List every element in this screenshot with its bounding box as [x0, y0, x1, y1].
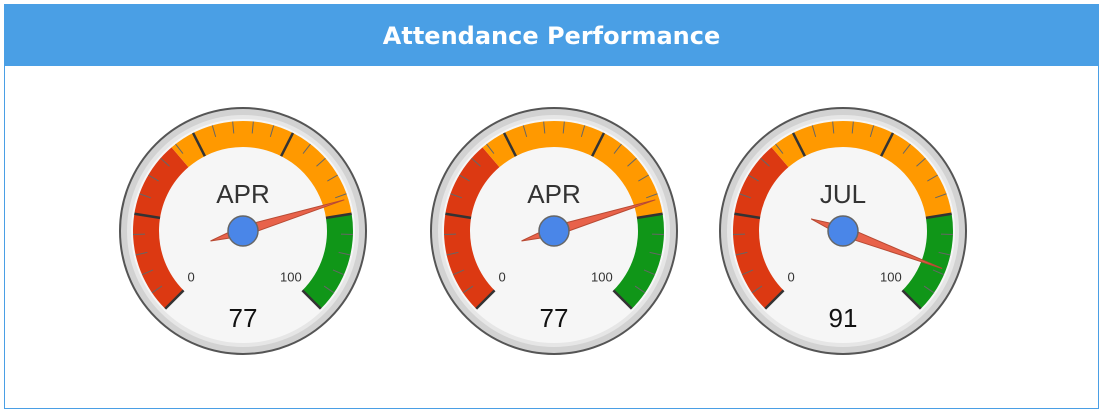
- gauge-2: 0 100 APR 77: [429, 106, 679, 356]
- panel-header: Attendance Performance: [5, 5, 1098, 66]
- gauge-1-svg: 0 100 APR 77: [119, 107, 367, 355]
- gauge-1-min-label: 0: [188, 270, 195, 285]
- gauge-2-needle-hub: [538, 215, 570, 247]
- gauge-1-label: APR: [216, 179, 269, 209]
- gauge-3-needle-hub: [827, 215, 859, 247]
- gauge-2-value: 77: [540, 303, 569, 333]
- gauge-1-max-label: 100: [280, 270, 302, 285]
- gauge-2-label: APR: [527, 179, 580, 209]
- panel-title: Attendance Performance: [382, 21, 721, 50]
- gauge-1-value: 77: [229, 303, 258, 333]
- gauge-3-value: 91: [829, 303, 858, 333]
- gauge-2-min-label: 0: [499, 270, 506, 285]
- gauge-1: 0 100 APR 77: [118, 106, 368, 356]
- gauge-3-svg: 0 100 JUL 91: [719, 107, 967, 355]
- gauge-3-max-label: 100: [880, 270, 902, 285]
- gauges-row: 0 100 APR 77 0 100 APR 77 0 100 JUL 91: [5, 66, 1098, 408]
- gauge-3: 0 100 JUL 91: [718, 106, 968, 356]
- gauge-1-needle-hub: [227, 215, 259, 247]
- gauge-2-max-label: 100: [591, 270, 613, 285]
- gauge-2-svg: 0 100 APR 77: [430, 107, 678, 355]
- attendance-panel: Attendance Performance 0 100 APR 77 0 100 APR…: [4, 4, 1099, 409]
- gauge-3-min-label: 0: [788, 270, 795, 285]
- gauge-3-label: JUL: [820, 179, 866, 209]
